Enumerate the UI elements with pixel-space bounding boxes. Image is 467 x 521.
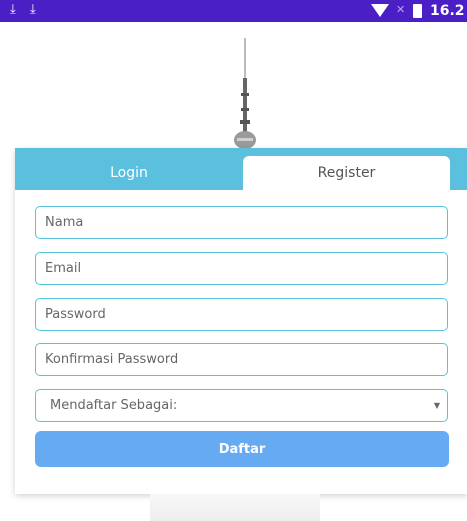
caret-down-icon: ▼	[433, 401, 440, 410]
auth-tabs: Login Register	[15, 148, 467, 190]
tab-login[interactable]: Login	[15, 156, 243, 190]
role-select[interactable]: Mendaftar Sebagai: ▼	[35, 389, 448, 422]
wifi-icon	[371, 4, 389, 17]
password-field[interactable]	[35, 298, 448, 331]
tab-register[interactable]: Register	[243, 156, 450, 190]
battery-icon	[413, 4, 422, 18]
name-field[interactable]	[35, 206, 448, 239]
background-building	[150, 494, 320, 521]
status-time: 16.2	[430, 3, 465, 19]
download-icon: ⤓	[10, 2, 16, 17]
auth-card: Login Register Mendaftar Sebagai: ▼ Daft…	[15, 148, 467, 494]
register-button[interactable]: Daftar	[35, 431, 449, 467]
status-bar: ⤓ ⤓ ✕ 16.2	[0, 0, 467, 22]
tower-logo	[234, 38, 256, 149]
role-select-value: Mendaftar Sebagai:	[50, 398, 178, 413]
confirm-password-field[interactable]	[35, 343, 448, 376]
download-icon: ⤓	[30, 2, 36, 17]
email-field[interactable]	[35, 252, 448, 285]
no-signal-icon: ✕	[396, 3, 406, 16]
